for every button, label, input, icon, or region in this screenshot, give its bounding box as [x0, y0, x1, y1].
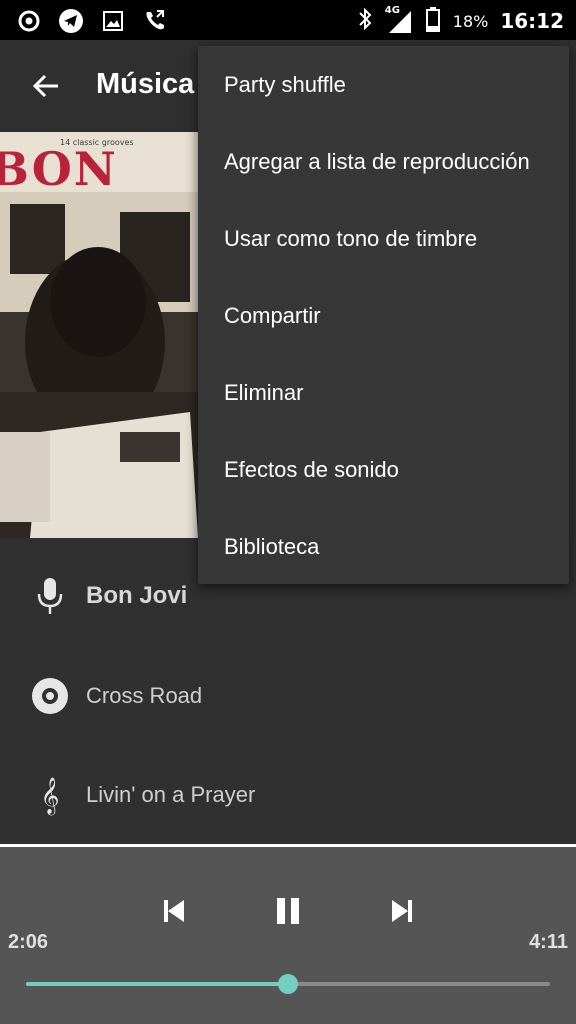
image-icon — [102, 10, 124, 36]
previous-button[interactable] — [154, 891, 194, 931]
circle-dot-icon — [18, 10, 40, 36]
disc-icon — [30, 676, 70, 716]
pause-button[interactable] — [268, 891, 308, 931]
album-name: Cross Road — [86, 683, 203, 708]
player-controls: 2:06 4:11 — [0, 844, 576, 1024]
microphone-icon — [30, 576, 70, 616]
seek-progress — [26, 982, 288, 986]
telegram-icon — [58, 8, 84, 38]
arrow-left-icon — [32, 74, 58, 98]
page-title: Música — [96, 68, 195, 100]
skip-next-icon — [392, 900, 412, 922]
album-cover: 14 classic grooves BON — [0, 132, 198, 538]
clock: 16:12 — [500, 9, 564, 33]
skip-previous-icon — [164, 900, 184, 922]
title-row[interactable]: 𝄞 Livin' on a Prayer — [0, 755, 576, 835]
album-cover-title: BON — [0, 142, 118, 196]
treble-clef-icon: 𝄞 — [40, 775, 60, 814]
menu-item-share[interactable]: Compartir — [198, 277, 569, 354]
back-button[interactable] — [24, 64, 68, 108]
seek-bar[interactable] — [26, 974, 550, 994]
status-bar: 4G 18% 16:12 — [0, 0, 576, 40]
phone-call-icon — [142, 8, 168, 38]
menu-item-add-to-playlist[interactable]: Agregar a lista de reproducción — [198, 123, 569, 200]
status-icons-right: 4G 18% 16:12 — [357, 5, 564, 36]
seek-thumb[interactable] — [278, 974, 298, 994]
menu-item-sound-effects[interactable]: Efectos de sonido — [198, 431, 569, 508]
network-type-label: 4G — [384, 5, 400, 16]
pause-icon — [277, 898, 299, 924]
bluetooth-icon — [357, 6, 373, 36]
menu-item-party-shuffle[interactable]: Party shuffle — [198, 46, 569, 123]
status-icons-left — [18, 8, 168, 38]
overflow-menu: Party shuffle Agregar a lista de reprodu… — [198, 46, 569, 584]
menu-item-library[interactable]: Biblioteca — [198, 508, 569, 585]
elapsed-time: 2:06 — [8, 931, 49, 953]
track-title: Livin' on a Prayer — [86, 782, 256, 807]
next-button[interactable] — [382, 891, 422, 931]
battery-percentage: 18% — [452, 11, 489, 31]
total-duration: 4:11 — [529, 931, 568, 953]
album-row[interactable]: Cross Road — [0, 656, 576, 736]
menu-item-set-ringtone[interactable]: Usar como tono de timbre — [198, 200, 569, 277]
battery-icon — [425, 6, 441, 36]
signal-icon: 4G — [384, 5, 413, 35]
artist-name: Bon Jovi — [86, 582, 188, 609]
menu-item-delete[interactable]: Eliminar — [198, 354, 569, 431]
